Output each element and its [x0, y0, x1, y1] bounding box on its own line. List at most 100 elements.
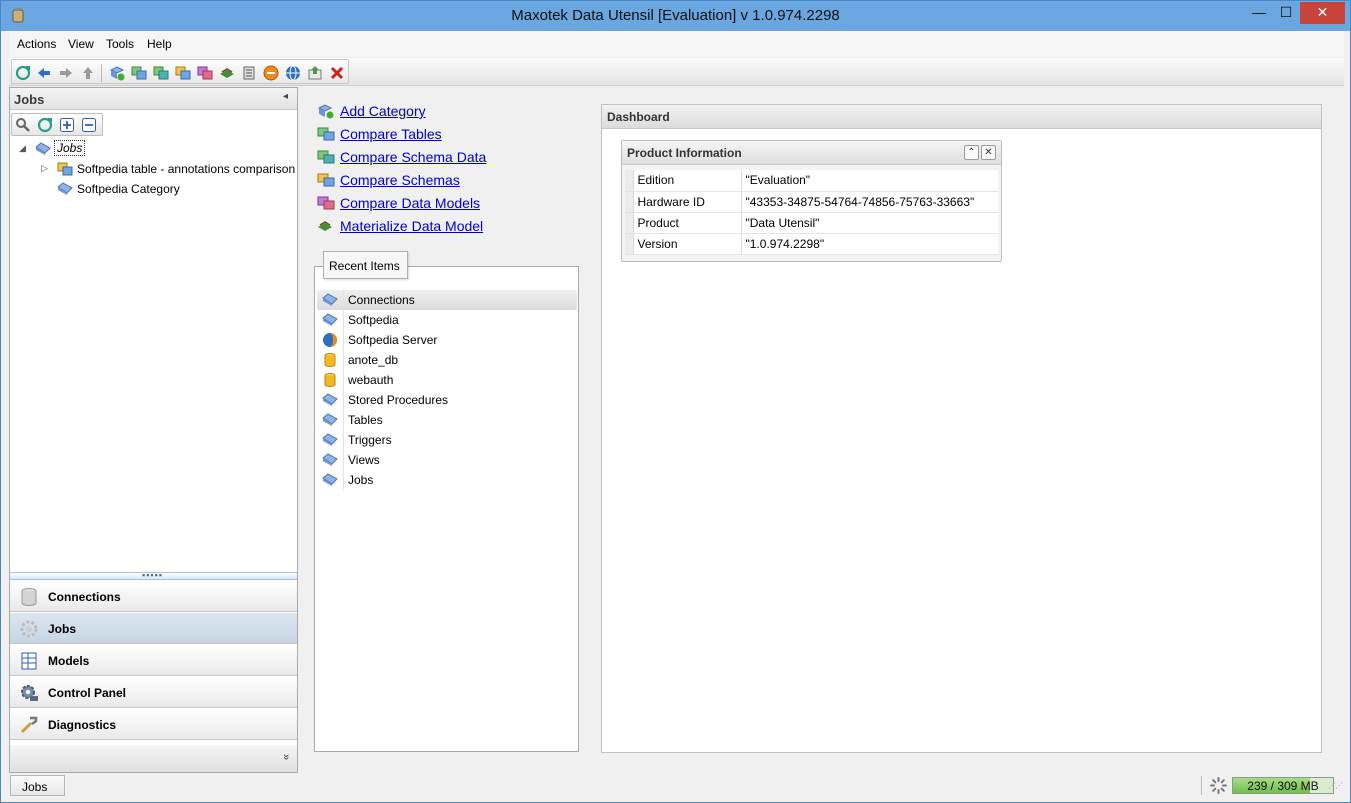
row-gutter: [343, 410, 344, 430]
control-panel-icon: [21, 685, 38, 701]
up-icon[interactable]: [80, 65, 96, 81]
compare-schemas-link[interactable]: Compare Schemas: [317, 170, 567, 190]
title-bar[interactable]: Maxotek Data Utensil [Evaluation] v 1.0.…: [1, 1, 1350, 31]
status-tab-label: Jobs: [22, 780, 48, 794]
tree-node-job[interactable]: ▷ Softpedia table - annotations comparis…: [10, 160, 295, 178]
recent-item-label: Softpedia Server: [348, 333, 438, 347]
collapse-widget-icon[interactable]: ⌃: [964, 145, 979, 160]
minimize-button[interactable]: —: [1246, 2, 1272, 24]
toolbar-group: [11, 59, 349, 84]
back-icon[interactable]: [36, 65, 52, 81]
product-information-table: Edition "Evaluation" Hardware ID "43353-…: [625, 170, 998, 255]
property-key: Product: [633, 212, 742, 234]
compare-data-models-icon[interactable]: [197, 65, 213, 81]
recent-item-softpedia[interactable]: Softpedia: [317, 310, 577, 330]
recent-item-tables[interactable]: Tables: [317, 410, 577, 430]
row-grip: [625, 233, 634, 255]
tree-node-label[interactable]: Jobs: [54, 140, 86, 156]
nav-connections[interactable]: Connections: [10, 581, 297, 612]
recent-item-softpedia-server[interactable]: Softpedia Server: [317, 330, 577, 350]
recent-item-views[interactable]: Views: [317, 450, 577, 470]
row-gutter: [343, 330, 344, 350]
compare-tables-link[interactable]: Compare Tables: [317, 124, 567, 144]
tree-node-label[interactable]: Softpedia table - annotations comparison: [77, 162, 295, 176]
row-gutter: [343, 450, 344, 470]
nav-models[interactable]: Models: [10, 645, 297, 676]
product-information-widget: Product Information ⌃ ✕ Edition "Evaluat…: [621, 140, 1002, 262]
compare-tables-icon[interactable]: [131, 65, 147, 81]
stop-icon[interactable]: [263, 65, 279, 81]
row-gutter: [343, 350, 344, 370]
compare-schemas-icon[interactable]: [175, 65, 191, 81]
collapsed-arrow-icon[interactable]: ▷: [41, 163, 48, 174]
recent-item-anote-db[interactable]: anote_db: [317, 350, 577, 370]
panel-splitter[interactable]: ▪▪▪▪▪: [10, 570, 297, 580]
refresh-icon[interactable]: [15, 65, 31, 81]
compare-schema-data-icon[interactable]: [153, 65, 169, 81]
link-label[interactable]: Compare Tables: [340, 126, 442, 142]
recent-item-label: Connections: [348, 293, 415, 307]
models-icon: [21, 652, 37, 670]
search-icon[interactable]: [15, 117, 31, 133]
link-label[interactable]: Compare Schema Data: [340, 149, 486, 165]
compare-schema-data-icon: [317, 150, 335, 164]
link-label[interactable]: Add Category: [340, 103, 426, 119]
nav-jobs[interactable]: Jobs: [10, 613, 297, 644]
tree-node-label[interactable]: Softpedia Category: [77, 182, 180, 196]
gc-spinner-icon[interactable]: [1210, 777, 1227, 794]
expand-arrow-icon[interactable]: ◢: [19, 143, 26, 154]
link-label[interactable]: Compare Schemas: [340, 172, 460, 188]
forward-icon[interactable]: [58, 65, 74, 81]
property-key: Hardware ID: [633, 191, 742, 213]
memory-usage-bar[interactable]: 239 / 309 MB: [1232, 777, 1334, 794]
materialize-data-model-link[interactable]: Materialize Data Model: [317, 216, 567, 236]
tree-node-jobs[interactable]: ◢ Jobs: [10, 140, 290, 158]
recent-item-webauth[interactable]: webauth: [317, 370, 577, 390]
collapse-all-icon[interactable]: [81, 117, 97, 133]
compare-data-models-link[interactable]: Compare Data Models: [317, 193, 567, 213]
expand-all-icon[interactable]: [59, 117, 75, 133]
link-label[interactable]: Materialize Data Model: [340, 218, 483, 234]
property-value: "43353-34875-54764-74856-75763-33663": [741, 191, 998, 213]
database-icon: [324, 353, 336, 367]
status-jobs-tab[interactable]: Jobs: [10, 775, 65, 796]
nav-label: Diagnostics: [48, 718, 117, 732]
close-button[interactable]: ✕: [1300, 2, 1345, 24]
resize-grip-icon[interactable]: ⋰⋰: [1328, 781, 1343, 790]
delete-icon[interactable]: [329, 65, 345, 81]
collapse-panel-icon[interactable]: ◂: [283, 91, 288, 102]
menu-tools[interactable]: Tools: [106, 37, 134, 51]
recent-item-label: Triggers: [348, 433, 392, 447]
table-row: Version "1.0.974.2298": [625, 233, 998, 255]
recent-item-jobs[interactable]: Jobs: [317, 470, 577, 490]
server-icon: [323, 333, 337, 347]
recent-item-connections[interactable]: Connections: [317, 290, 577, 310]
recent-item-triggers[interactable]: Triggers: [317, 430, 577, 450]
menu-view[interactable]: View: [68, 37, 94, 51]
tree-node-category[interactable]: Softpedia Category: [10, 180, 290, 198]
nav-control-panel[interactable]: Control Panel: [10, 677, 297, 708]
overflow-chevron-icon[interactable]: »: [280, 754, 292, 760]
maximize-button[interactable]: ☐: [1273, 2, 1299, 24]
folder-icon: [322, 413, 338, 426]
folder-icon: [57, 182, 73, 195]
gear-icon: [20, 620, 38, 638]
link-label[interactable]: Compare Data Models: [340, 195, 480, 211]
add-category-icon[interactable]: [109, 65, 125, 81]
dashboard-header: Dashboard: [602, 105, 1321, 129]
close-widget-icon[interactable]: ✕: [981, 145, 996, 160]
compare-schemas-icon: [57, 162, 73, 176]
menu-actions[interactable]: Actions: [17, 37, 56, 51]
recent-items-tab[interactable]: Recent Items: [323, 251, 408, 279]
compare-schema-data-link[interactable]: Compare Schema Data: [317, 147, 567, 167]
nav-overflow[interactable]: »: [10, 745, 297, 772]
web-icon[interactable]: [285, 65, 301, 81]
add-category-link[interactable]: Add Category: [317, 101, 567, 121]
export-icon[interactable]: [307, 65, 323, 81]
nav-diagnostics[interactable]: Diagnostics: [10, 709, 297, 740]
list-icon[interactable]: [241, 65, 257, 81]
menu-help[interactable]: Help: [147, 37, 172, 51]
materialize-icon[interactable]: [219, 65, 235, 81]
refresh-icon[interactable]: [37, 117, 53, 133]
recent-item-stored-procedures[interactable]: Stored Procedures: [317, 390, 577, 410]
